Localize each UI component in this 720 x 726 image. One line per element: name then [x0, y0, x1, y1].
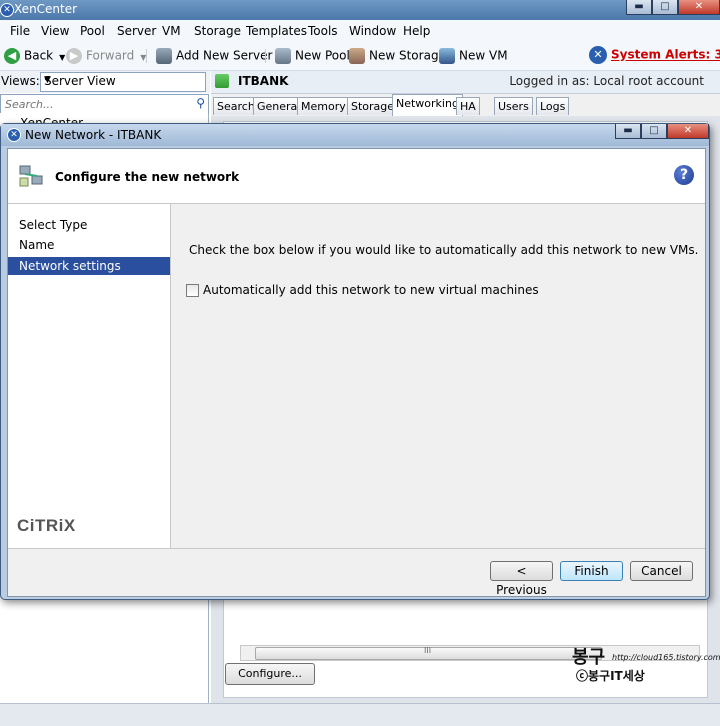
menu-file[interactable]: File — [10, 24, 30, 38]
finish-button[interactable]: Finish — [560, 561, 623, 581]
tab-search[interactable]: Search — [213, 97, 259, 115]
window-controls: ▬ □ ✕ — [626, 0, 720, 15]
new-pool-button[interactable]: New Pool — [275, 48, 350, 64]
search-box: ⚲ — [0, 94, 209, 114]
auto-add-label[interactable]: Automatically add this network to new vi… — [203, 283, 539, 297]
dialog-window-controls: ▬ □ ✕ — [615, 124, 709, 139]
footer-divider — [8, 548, 705, 549]
status-bar — [0, 703, 720, 726]
scrollbar-grip: III — [424, 646, 432, 655]
views-label: Views: — [1, 74, 40, 88]
new-vm-icon — [439, 48, 455, 64]
cancel-button[interactable]: Cancel — [630, 561, 693, 581]
new-storage-label: New Storage — [369, 48, 446, 63]
dialog-header-title: Configure the new network — [55, 170, 240, 184]
previous-label: < Previous — [496, 564, 547, 597]
forward-label: Forward — [86, 48, 135, 63]
wizard-step-network-settings[interactable]: Network settings — [8, 257, 170, 275]
add-server-icon — [156, 48, 172, 64]
system-alerts-button[interactable]: ✕ System Alerts: 3 — [589, 46, 720, 64]
menu-window[interactable]: Window — [349, 24, 396, 38]
toolbar: ◀ Back ▼ ▶ Forward ▼ Add New Server New Pool… — [0, 42, 720, 71]
alert-icon: ✕ — [589, 46, 607, 64]
watermark-title: 봉구 — [572, 647, 606, 668]
tab-networking[interactable]: Networking — [392, 94, 463, 116]
watermark-subtitle: ⓒ봉구IT세상 — [576, 669, 645, 683]
menu-server[interactable]: Server — [117, 24, 156, 38]
dialog-app-icon: ✕ — [7, 128, 21, 142]
minimize-button[interactable]: ▬ — [626, 0, 652, 15]
new-vm-label: New VM — [459, 48, 508, 63]
tab-strip: Search General Memory Storage Networking… — [211, 94, 720, 116]
help-icon[interactable]: ? — [674, 165, 694, 185]
xencenter-app-icon: ✕ — [0, 3, 14, 17]
dialog-header: Configure the new network ? — [8, 149, 705, 204]
back-dropdown-icon[interactable]: ▼ — [59, 53, 65, 62]
dialog-content: Configure the new network ? Select Type … — [7, 148, 706, 597]
tab-storage[interactable]: Storage — [347, 97, 399, 115]
network-icon — [19, 165, 43, 187]
wizard-nav: Select Type Name Network settings CiTRiX — [8, 204, 171, 548]
finish-label: Finish — [574, 564, 609, 578]
menu-templates[interactable]: Templates — [246, 24, 307, 38]
dialog-title: New Network - ITBANK — [25, 128, 162, 142]
toolbar-separator — [265, 49, 266, 63]
search-icon[interactable]: ⚲ — [196, 96, 205, 110]
menu-vm[interactable]: VM — [162, 24, 181, 38]
forward-arrow-icon: ▶ — [66, 48, 82, 64]
main-titlebar: ✕ XenCenter ▬ □ ✕ — [0, 0, 720, 20]
configure-button[interactable]: Configure... — [225, 663, 315, 685]
wizard-step-name[interactable]: Name — [8, 236, 170, 254]
new-vm-button[interactable]: New VM — [439, 48, 508, 64]
search-input[interactable] — [3, 96, 187, 113]
server-title: ITBANK — [238, 74, 289, 88]
back-label: Back — [24, 48, 54, 63]
tab-logs[interactable]: Logs — [536, 97, 570, 115]
back-button[interactable]: ◀ Back ▼ — [4, 48, 65, 64]
maximize-button[interactable]: □ — [652, 0, 678, 15]
menu-help[interactable]: Help — [403, 24, 430, 38]
menu-view[interactable]: View — [41, 24, 69, 38]
new-storage-button[interactable]: New Storage — [349, 48, 446, 64]
toolbar-separator — [146, 49, 147, 63]
tab-ha[interactable]: HA — [456, 97, 480, 115]
page-description: Check the box below if you would like to… — [189, 243, 699, 257]
dialog-minimize-button[interactable]: ▬ — [615, 124, 641, 139]
dialog-close-button[interactable]: ✕ — [667, 124, 709, 139]
menu-pool[interactable]: Pool — [80, 24, 105, 38]
views-row: Views: Server View ▼ — [0, 71, 210, 93]
new-network-dialog: ✕ New Network - ITBANK ▬ □ ✕ Configure t… — [0, 123, 710, 600]
add-new-server-label: Add New Server — [176, 48, 273, 63]
new-storage-icon — [349, 48, 365, 64]
citrix-logo: CiTRiX — [17, 516, 76, 535]
logged-in-label: Logged in as: Local root account — [509, 74, 704, 88]
menu-storage[interactable]: Storage — [194, 24, 241, 38]
menu-tools[interactable]: Tools — [308, 24, 338, 38]
tab-users[interactable]: Users — [494, 97, 533, 115]
scrollbar-thumb[interactable]: III — [255, 646, 602, 660]
watermark: 봉구 http://cloud165.tistory.com/ ⓒ봉구IT세상 — [572, 645, 720, 685]
back-arrow-icon: ◀ — [4, 48, 20, 64]
tab-memory[interactable]: Memory — [297, 97, 350, 115]
auto-add-checkbox[interactable] — [186, 284, 199, 297]
watermark-url: http://cloud165.tistory.com/ — [612, 653, 720, 662]
new-pool-icon — [275, 48, 291, 64]
close-button[interactable]: ✕ — [678, 0, 720, 15]
dialog-titlebar: ✕ New Network - ITBANK ▬ □ ✕ — [1, 124, 709, 146]
cancel-label: Cancel — [641, 564, 682, 578]
wizard-step-select-type[interactable]: Select Type — [8, 216, 170, 234]
window-title: XenCenter — [14, 2, 78, 16]
content-header: ITBANK Logged in as: Local root account — [211, 71, 720, 94]
chevron-down-icon: ▼ — [44, 75, 51, 85]
server-icon — [215, 74, 229, 88]
menu-bar: File View Pool Server VM Storage Templat… — [0, 20, 720, 42]
dialog-maximize-button[interactable]: □ — [641, 124, 667, 139]
configure-label: Configure... — [238, 667, 302, 680]
views-select[interactable]: Server View ▼ — [40, 72, 206, 92]
previous-button[interactable]: < Previous — [490, 561, 553, 597]
forward-button[interactable]: ▶ Forward ▼ — [66, 48, 146, 64]
new-pool-label: New Pool — [295, 48, 350, 63]
add-new-server-button[interactable]: Add New Server — [156, 48, 272, 64]
system-alerts-label: System Alerts: 3 — [611, 47, 720, 62]
